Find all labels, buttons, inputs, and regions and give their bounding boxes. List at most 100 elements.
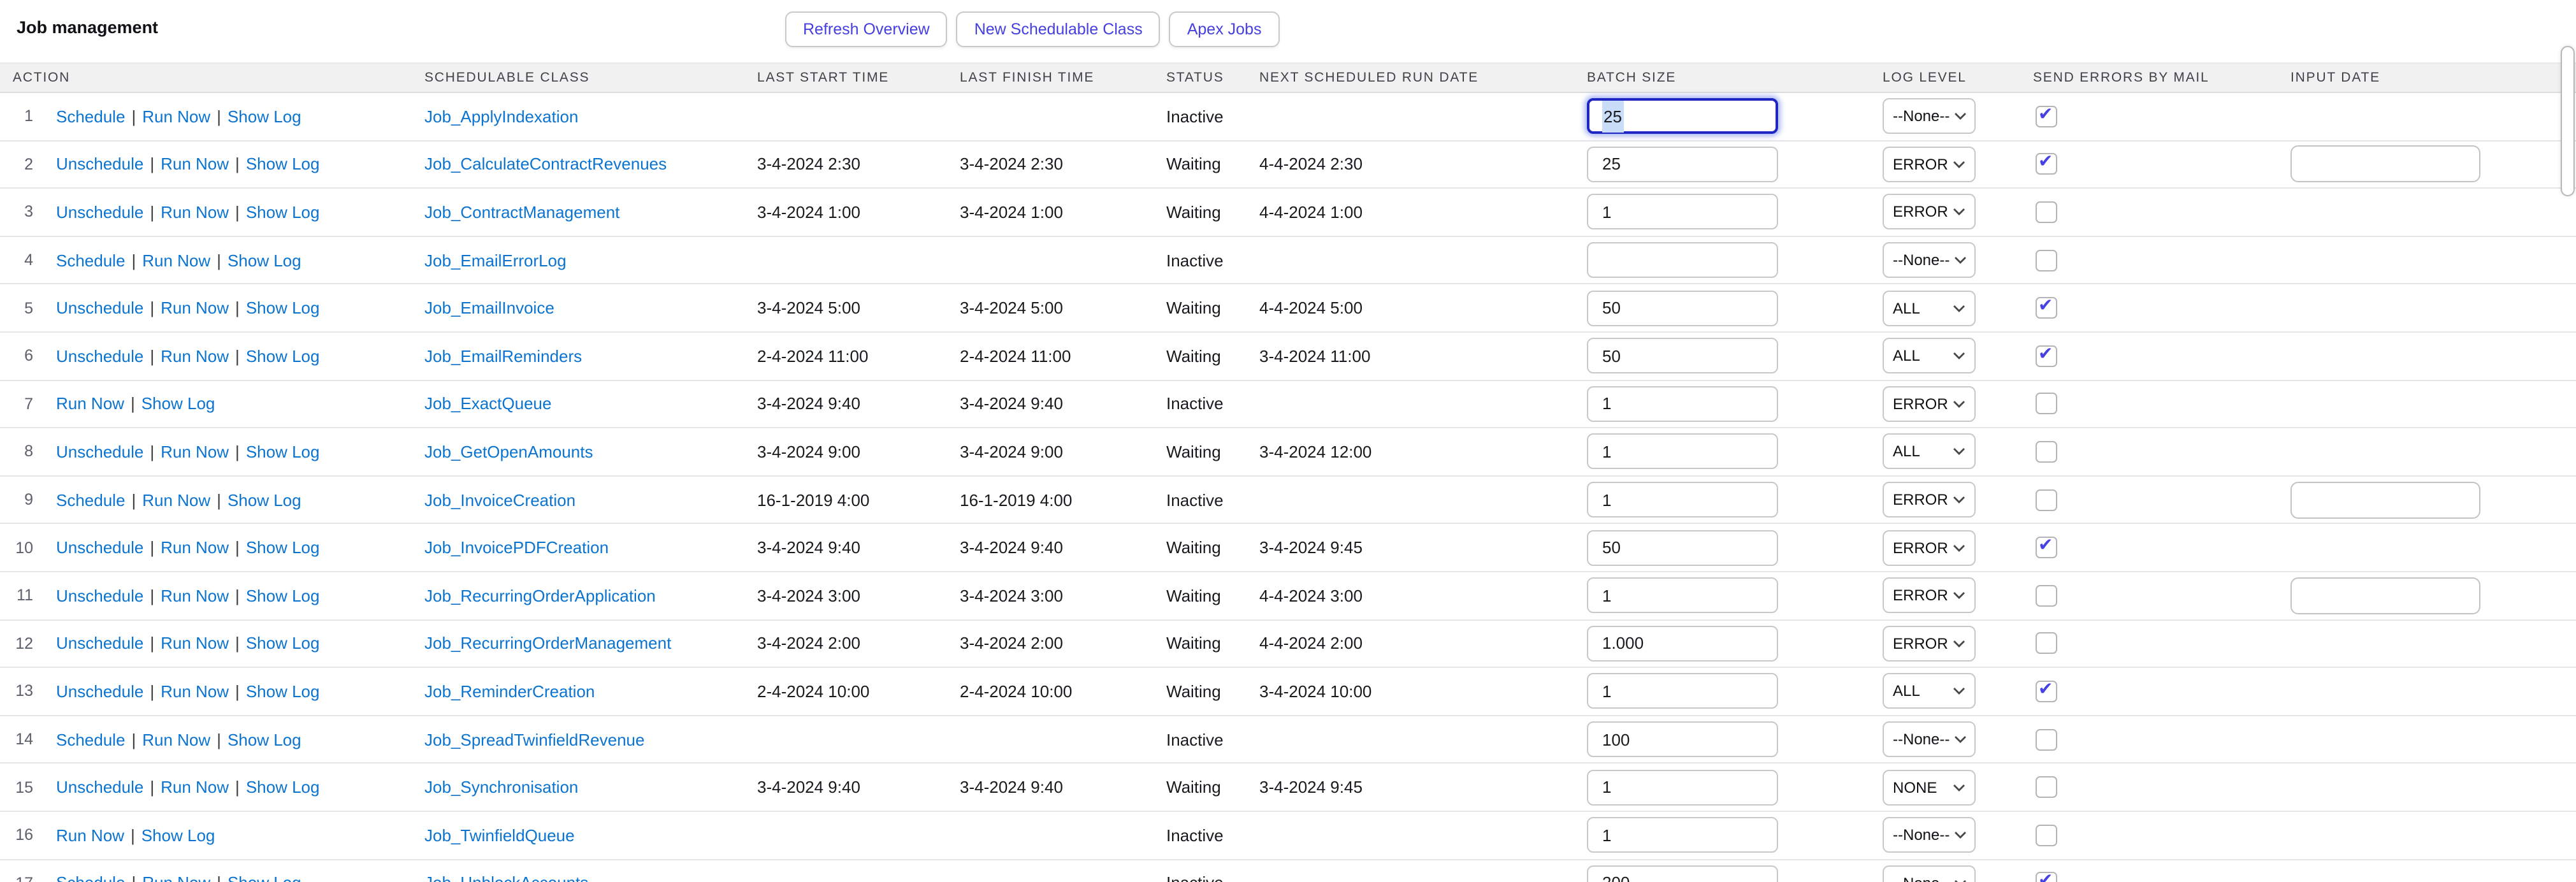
action-link-show-log[interactable]: Show Log (228, 874, 301, 882)
batch-size-input[interactable] (1587, 721, 1778, 757)
action-link-run-now[interactable]: Run Now (161, 203, 229, 222)
action-link-run-now[interactable]: Run Now (142, 730, 210, 749)
log-level-select[interactable]: ERROR (1883, 482, 1976, 517)
send-errors-checkbox[interactable] (2036, 201, 2057, 223)
send-errors-checkbox[interactable]: ✔ (2036, 681, 2057, 702)
schedulable-class-link[interactable]: Job_CalculateContractRevenues (424, 155, 667, 174)
schedulable-class-link[interactable]: Job_ReminderCreation (424, 682, 595, 701)
log-level-select[interactable]: ERROR (1883, 147, 1976, 182)
send-errors-checkbox[interactable]: ✔ (2036, 537, 2057, 558)
action-link-show-log[interactable]: Show Log (228, 107, 301, 126)
batch-size-input[interactable] (1587, 674, 1778, 709)
batch-size-input[interactable]: 25 (1587, 99, 1778, 134)
action-link-run-now[interactable]: Run Now (161, 586, 229, 605)
action-link-schedule[interactable]: Schedule (56, 490, 125, 509)
action-link-run-now[interactable]: Run Now (142, 107, 210, 126)
action-link-schedule[interactable]: Schedule (56, 250, 125, 270)
log-level-select[interactable]: NONE (1883, 769, 1976, 805)
action-link-run-now[interactable]: Run Now (161, 442, 229, 461)
action-link-show-log[interactable]: Show Log (141, 825, 215, 844)
action-link-run-now[interactable]: Run Now (142, 250, 210, 270)
action-link-unschedule[interactable]: Unschedule (56, 586, 143, 605)
log-level-select[interactable]: --None-- (1883, 721, 1976, 757)
log-level-select[interactable]: ERROR (1883, 626, 1976, 662)
input-date-field[interactable] (2290, 577, 2480, 614)
action-link-unschedule[interactable]: Unschedule (56, 538, 143, 557)
action-link-schedule[interactable]: Schedule (56, 107, 125, 126)
batch-size-input[interactable] (1587, 147, 1778, 182)
batch-size-input[interactable] (1587, 865, 1778, 882)
action-link-unschedule[interactable]: Unschedule (56, 442, 143, 461)
action-link-show-log[interactable]: Show Log (246, 777, 320, 797)
batch-size-input[interactable] (1587, 577, 1778, 613)
log-level-select[interactable]: ERROR (1883, 194, 1976, 230)
action-link-schedule[interactable]: Schedule (56, 730, 125, 749)
action-link-run-now[interactable]: Run Now (161, 155, 229, 174)
action-link-unschedule[interactable]: Unschedule (56, 298, 143, 317)
log-level-select[interactable]: --None-- (1883, 99, 1976, 134)
schedulable-class-link[interactable]: Job_ApplyIndexation (424, 107, 578, 126)
action-link-run-now[interactable]: Run Now (56, 394, 124, 414)
action-link-show-log[interactable]: Show Log (246, 298, 320, 317)
batch-size-input[interactable] (1587, 338, 1778, 374)
action-link-run-now[interactable]: Run Now (161, 634, 229, 653)
batch-size-input[interactable] (1587, 434, 1778, 470)
action-link-show-log[interactable]: Show Log (228, 490, 301, 509)
action-link-show-log[interactable]: Show Log (246, 442, 320, 461)
action-link-run-now[interactable]: Run Now (142, 490, 210, 509)
log-level-select[interactable]: ALL (1883, 338, 1976, 374)
send-errors-checkbox[interactable] (2036, 728, 2057, 750)
schedulable-class-link[interactable]: Job_EmailInvoice (424, 298, 554, 317)
action-link-unschedule[interactable]: Unschedule (56, 634, 143, 653)
scrollbar-thumb[interactable] (2561, 46, 2575, 196)
vertical-scrollbar[interactable] (2562, 0, 2576, 882)
log-level-select[interactable]: --None-- (1883, 865, 1976, 882)
schedulable-class-link[interactable]: Job_TwinfieldQueue (424, 825, 575, 844)
refresh-overview-button[interactable]: Refresh Overview (785, 11, 948, 47)
schedulable-class-link[interactable]: Job_InvoiceCreation (424, 490, 575, 509)
log-level-select[interactable]: ALL (1883, 290, 1976, 326)
log-level-select[interactable]: ALL (1883, 674, 1976, 709)
send-errors-checkbox[interactable] (2036, 824, 2057, 846)
log-level-select[interactable]: ERROR (1883, 577, 1976, 613)
log-level-select[interactable]: ERROR (1883, 386, 1976, 422)
action-link-run-now[interactable]: Run Now (161, 682, 229, 701)
schedulable-class-link[interactable]: Job_Synchronisation (424, 777, 578, 797)
action-link-unschedule[interactable]: Unschedule (56, 777, 143, 797)
send-errors-checkbox[interactable]: ✔ (2036, 154, 2057, 175)
action-link-show-log[interactable]: Show Log (246, 155, 320, 174)
action-link-show-log[interactable]: Show Log (246, 538, 320, 557)
action-link-unschedule[interactable]: Unschedule (56, 155, 143, 174)
action-link-run-now[interactable]: Run Now (161, 347, 229, 366)
action-link-run-now[interactable]: Run Now (161, 298, 229, 317)
batch-size-input[interactable] (1587, 194, 1778, 230)
schedulable-class-link[interactable]: Job_ContractManagement (424, 203, 619, 222)
action-link-run-now[interactable]: Run Now (161, 777, 229, 797)
action-link-run-now[interactable]: Run Now (142, 874, 210, 882)
action-link-show-log[interactable]: Show Log (246, 634, 320, 653)
action-link-unschedule[interactable]: Unschedule (56, 203, 143, 222)
action-link-show-log[interactable]: Show Log (246, 347, 320, 366)
batch-size-input[interactable] (1587, 482, 1778, 517)
send-errors-checkbox[interactable]: ✔ (2036, 345, 2057, 367)
send-errors-checkbox[interactable] (2036, 776, 2057, 798)
schedulable-class-link[interactable]: Job_RecurringOrderApplication (424, 586, 656, 605)
schedulable-class-link[interactable]: Job_SpreadTwinfieldRevenue (424, 730, 644, 749)
action-link-schedule[interactable]: Schedule (56, 874, 125, 882)
send-errors-checkbox[interactable]: ✔ (2036, 872, 2057, 882)
batch-size-input[interactable] (1587, 817, 1778, 853)
schedulable-class-link[interactable]: Job_EmailErrorLog (424, 250, 567, 270)
action-link-show-log[interactable]: Show Log (246, 586, 320, 605)
input-date-field[interactable] (2290, 146, 2480, 183)
action-link-show-log[interactable]: Show Log (246, 682, 320, 701)
log-level-select[interactable]: --None-- (1883, 242, 1976, 278)
send-errors-checkbox[interactable]: ✔ (2036, 106, 2057, 127)
action-link-run-now[interactable]: Run Now (56, 825, 124, 844)
new-schedulable-class-button[interactable]: New Schedulable Class (957, 11, 1161, 47)
action-link-show-log[interactable]: Show Log (246, 203, 320, 222)
schedulable-class-link[interactable]: Job_EmailReminders (424, 347, 582, 366)
send-errors-checkbox[interactable] (2036, 633, 2057, 654)
schedulable-class-link[interactable]: Job_ExactQueue (424, 394, 551, 414)
action-link-show-log[interactable]: Show Log (228, 250, 301, 270)
send-errors-checkbox[interactable] (2036, 584, 2057, 606)
